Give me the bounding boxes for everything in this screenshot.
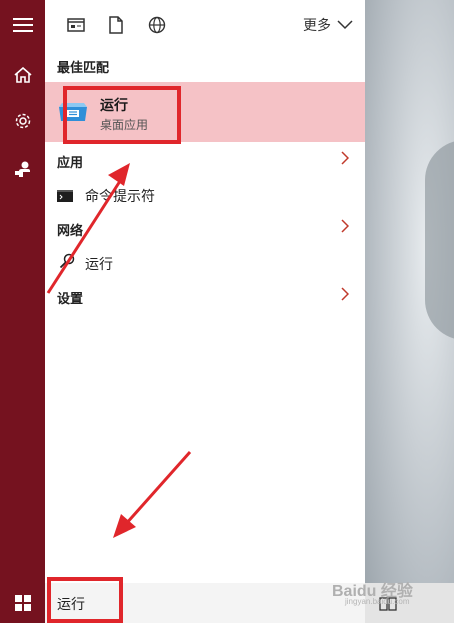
annotation-arrow-down — [123, 451, 192, 526]
annotation-arrows — [46, 163, 192, 538]
arrowhead-up — [108, 163, 130, 186]
annotation-arrow-up — [46, 177, 124, 294]
